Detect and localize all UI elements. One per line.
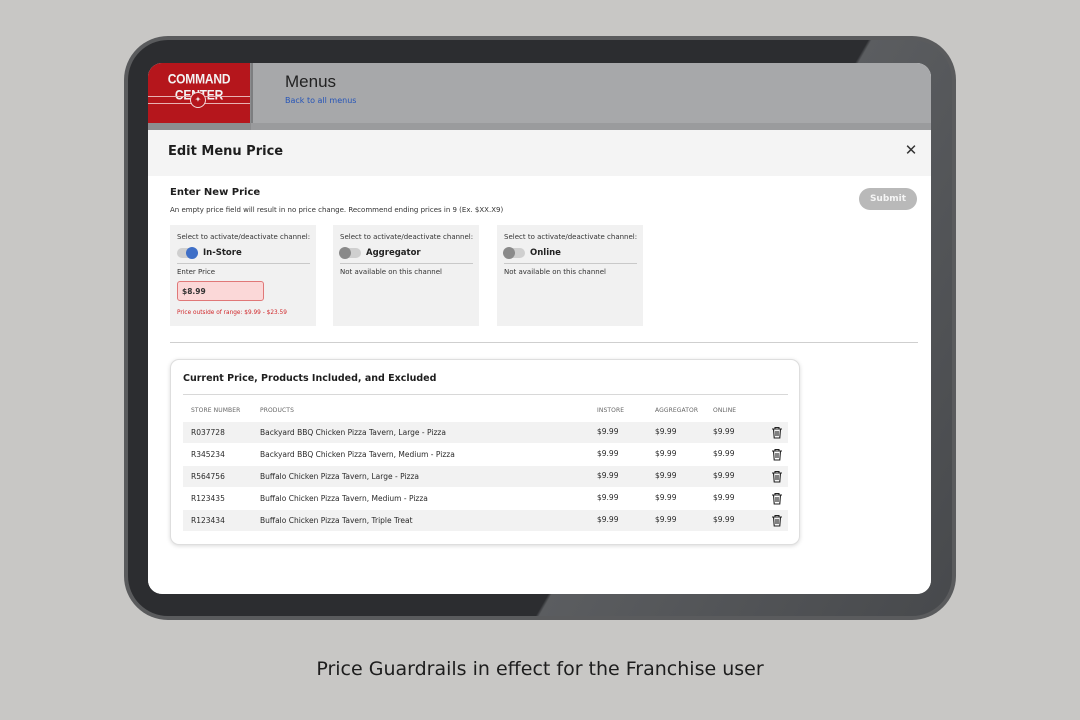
toggle-knob [186, 247, 198, 259]
modal-header: Edit Menu Price ✕ [148, 130, 931, 176]
channel-caption: Select to activate/deactivate channel: [340, 233, 474, 241]
submit-button[interactable]: Submit [859, 188, 917, 210]
instore-price: $9.99 [597, 427, 619, 436]
products-rule [183, 394, 788, 395]
product-name: Buffalo Chicken Pizza Tavern, Medium - P… [260, 494, 428, 503]
price-error-message: Price outside of range: $9.99 - $23.59 [177, 310, 287, 316]
store-number: R123435 [191, 494, 225, 503]
channel-caption: Select to activate/deactivate channel: [177, 233, 311, 241]
column-header-products: PRODUCTS [260, 407, 294, 414]
instore-price: $9.99 [597, 471, 619, 480]
instore-price: $9.99 [597, 515, 619, 524]
aggregator-price: $9.99 [655, 515, 677, 524]
product-name: Buffalo Chicken Pizza Tavern, Triple Tre… [260, 516, 413, 525]
store-number: R037728 [191, 428, 225, 437]
channel-divider [340, 263, 473, 264]
store-number: R564756 [191, 472, 225, 481]
online-price: $9.99 [713, 493, 735, 502]
back-to-menus-link[interactable]: Back to all menus [285, 96, 356, 105]
product-name: Backyard BBQ Chicken Pizza Tavern, Large… [260, 428, 446, 437]
slide-caption: Price Guardrails in effect for the Franc… [316, 658, 764, 680]
channel-name: Online [530, 248, 561, 258]
aggregator-price: $9.99 [655, 427, 677, 436]
table-row: R345234 Backyard BBQ Chicken Pizza Taver… [183, 444, 788, 465]
column-header-instore: INSTORE [597, 407, 625, 414]
instore-toggle[interactable] [177, 247, 198, 259]
table-row: R123435 Buffalo Chicken Pizza Tavern, Me… [183, 488, 788, 509]
product-name: Buffalo Chicken Pizza Tavern, Large - Pi… [260, 472, 419, 481]
channel-name: Aggregator [366, 248, 421, 258]
online-price: $9.99 [713, 471, 735, 480]
instore-price: $9.99 [597, 449, 619, 458]
page-title: Menus [285, 72, 337, 91]
channel-caption: Select to activate/deactivate channel: [504, 233, 638, 241]
online-price: $9.99 [713, 449, 735, 458]
app-screen: COMMAND CENTER ✦ Menus Back to all menus… [148, 63, 931, 594]
online-toggle[interactable] [503, 247, 525, 259]
channel-card-online: Select to activate/deactivate channel: O… [497, 225, 643, 326]
instore-price: $9.99 [597, 493, 619, 502]
header-strip [251, 123, 931, 130]
pizza-emblem-icon: ✦ [190, 92, 206, 108]
column-header-aggregator: AGGREGATOR [655, 407, 699, 414]
table-row: R037728 Backyard BBQ Chicken Pizza Taver… [183, 422, 788, 443]
edit-menu-price-modal: Edit Menu Price ✕ Enter New Price An emp… [148, 130, 931, 594]
products-title: Current Price, Products Included, and Ex… [183, 373, 437, 384]
store-number: R123434 [191, 516, 225, 525]
store-number: R345234 [191, 450, 225, 459]
aggregator-price: $9.99 [655, 493, 677, 502]
aggregator-price: $9.99 [655, 449, 677, 458]
product-name: Backyard BBQ Chicken Pizza Tavern, Mediu… [260, 450, 455, 459]
column-header-store-number: STORE NUMBER [191, 407, 241, 414]
trash-icon[interactable] [771, 448, 783, 461]
trash-icon[interactable] [771, 470, 783, 483]
close-icon[interactable]: ✕ [903, 142, 919, 158]
aggregator-price: $9.99 [655, 471, 677, 480]
column-header-online: ONLINE [713, 407, 737, 414]
table-row: R123434 Buffalo Chicken Pizza Tavern, Tr… [183, 510, 788, 531]
channel-divider [177, 263, 310, 264]
toggle-knob [503, 247, 515, 259]
channel-divider [504, 263, 637, 264]
trash-icon[interactable] [771, 426, 783, 439]
channel-status: Not available on this channel [504, 268, 606, 276]
price-input[interactable] [177, 281, 264, 301]
online-price: $9.99 [713, 515, 735, 524]
table-row: R564756 Buffalo Chicken Pizza Tavern, La… [183, 466, 788, 487]
aggregator-toggle[interactable] [339, 247, 361, 259]
trash-icon[interactable] [771, 514, 783, 527]
online-price: $9.99 [713, 427, 735, 436]
channel-name: In-Store [203, 248, 242, 258]
channel-status: Not available on this channel [340, 268, 442, 276]
brand-logo-block[interactable]: COMMAND CENTER ✦ [148, 63, 250, 123]
price-label: Enter Price [177, 268, 216, 276]
section-title: Enter New Price [170, 187, 261, 198]
section-note: An empty price field will result in no p… [170, 206, 504, 214]
products-card: Current Price, Products Included, and Ex… [170, 359, 800, 545]
trash-icon[interactable] [771, 492, 783, 505]
channel-card-instore: Select to activate/deactivate channel: I… [170, 225, 316, 326]
channel-card-aggregator: Select to activate/deactivate channel: A… [333, 225, 479, 326]
modal-title: Edit Menu Price [168, 144, 284, 159]
section-divider [170, 342, 918, 343]
toggle-knob [339, 247, 351, 259]
